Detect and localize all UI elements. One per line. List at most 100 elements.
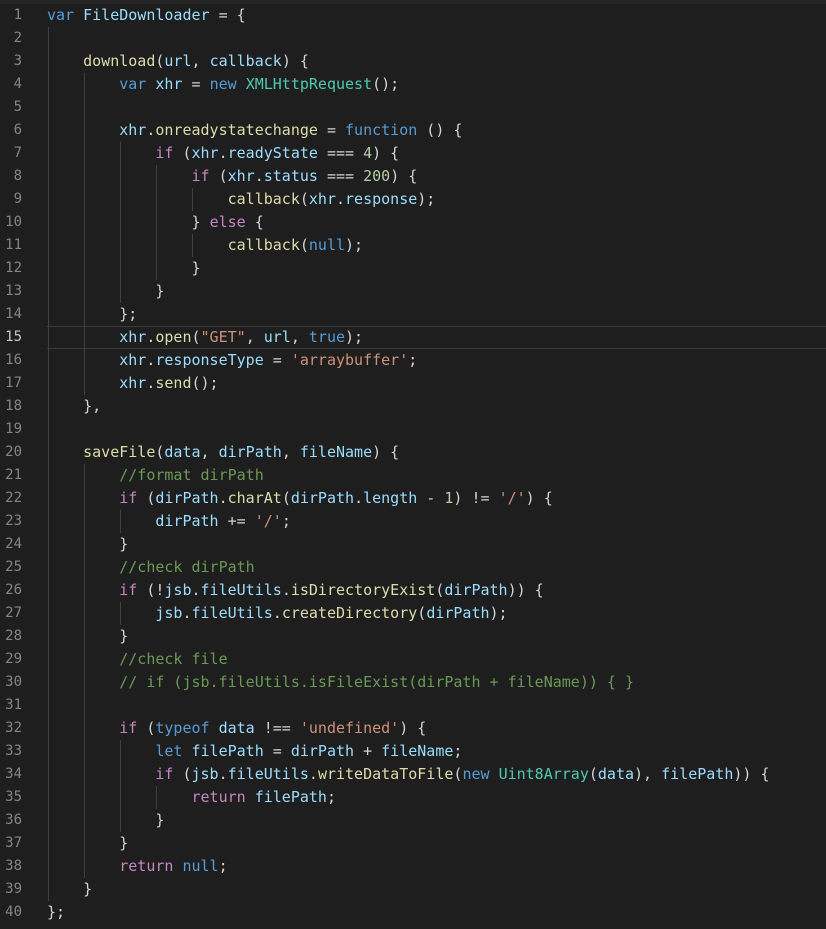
line-content[interactable]: } [47,832,826,855]
line-content[interactable]: if (dirPath.charAt(dirPath.length - 1) !… [47,487,826,510]
code-line[interactable]: 10 } else { [0,211,826,234]
code-token: if [155,144,174,162]
code-line[interactable]: 4 var xhr = new XMLHttpRequest(); [0,73,826,96]
code-line[interactable]: 3 download(url, callback) { [0,50,826,73]
line-content[interactable]: }; [47,901,826,924]
code-line[interactable]: 30 // if (jsb.fileUtils.isFileExist(dirP… [0,671,826,694]
code-token: . [308,765,318,783]
code-line[interactable]: 27 jsb.fileUtils.createDirectory(dirPath… [0,602,826,625]
code-token: callback [227,236,300,254]
line-number: 2 [13,30,22,46]
code-line[interactable]: 5 [0,96,826,119]
code-line[interactable]: 33 let filePath = dirPath + fileName; [0,740,826,763]
code-line[interactable]: 13 } [0,280,826,303]
line-content[interactable]: } [47,878,826,901]
line-content[interactable]: xhr.onreadystatechange = function () { [47,119,826,142]
line-content[interactable]: //check dirPath [47,556,826,579]
line-content[interactable]: xhr.responseType = 'arraybuffer'; [47,349,826,372]
code-token: FileDownloader [83,6,210,24]
code-line[interactable]: 19 [0,418,826,441]
code-line[interactable]: 8 if (xhr.status === 200) { [0,165,826,188]
code-line[interactable]: 1 var FileDownloader = { [0,4,826,27]
line-content[interactable] [47,694,826,717]
code-line[interactable]: 40}; [0,901,826,924]
line-content[interactable] [47,96,826,119]
line-number: 18 [5,398,22,414]
line-content[interactable]: if (jsb.fileUtils.writeDataToFile(new Ui… [47,763,826,786]
line-content[interactable]: } [47,533,826,556]
code-line[interactable]: 39 } [0,878,826,901]
line-content[interactable]: if (typeof data !== 'undefined') { [47,717,826,740]
line-content[interactable]: return null; [47,855,826,878]
code-line[interactable]: 22 if (dirPath.charAt(dirPath.length - 1… [0,487,826,510]
line-content[interactable] [47,418,826,441]
line-content[interactable]: //format dirPath [47,464,826,487]
code-line[interactable]: 15 xhr.open("GET", url, true); [0,326,826,349]
line-content[interactable]: //check file [47,648,826,671]
line-content[interactable]: }; [47,303,826,326]
line-content[interactable]: dirPath += '/'; [47,510,826,533]
code-line[interactable]: 26 if (!jsb.fileUtils.isDirectoryExist(d… [0,579,826,602]
code-line[interactable]: 7 if (xhr.readyState === 4) { [0,142,826,165]
code-lines[interactable]: 1 var FileDownloader = { 2 3 download(url, … [0,4,826,924]
code-text: dirPath += '/'; [47,512,290,530]
code-token: ) { [390,167,418,185]
code-token: // if (jsb.fileUtils.isFileExist(dirPath… [119,673,635,691]
code-line[interactable]: 38 return null; [0,855,826,878]
code-line[interactable]: 20 saveFile(data, dirPath, fileName) { [0,441,826,464]
code-token: } [155,282,165,300]
code-line[interactable]: 11 callback(null); [0,234,826,257]
code-token: charAt [227,489,282,507]
code-line[interactable]: 24 } [0,533,826,556]
code-line[interactable]: 9 callback(xhr.response); [0,188,826,211]
line-content[interactable]: download(url, callback) { [47,50,826,73]
line-content[interactable]: // if (jsb.fileUtils.isFileExist(dirPath… [47,671,826,694]
line-content[interactable]: }, [47,395,826,418]
code-line[interactable]: 17 xhr.send(); [0,372,826,395]
code-line[interactable]: 12 } [0,257,826,280]
line-content[interactable]: } else { [47,211,826,234]
code-line[interactable]: 18 }, [0,395,826,418]
line-content[interactable]: } [47,809,826,832]
line-content[interactable]: if (xhr.status === 200) { [47,165,826,188]
line-content[interactable] [47,27,826,50]
line-content[interactable]: var xhr = new XMLHttpRequest(); [47,73,826,96]
code-line[interactable]: 31 [0,694,826,717]
code-line[interactable]: 16 xhr.responseType = 'arraybuffer'; [0,349,826,372]
code-line[interactable]: 36 } [0,809,826,832]
code-token: //check dirPath [119,558,255,576]
code-token: let [155,742,183,760]
code-line[interactable]: 35 return filePath; [0,786,826,809]
line-content[interactable]: } [47,257,826,280]
code-line[interactable]: 32 if (typeof data !== 'undefined') { [0,717,826,740]
line-content[interactable]: var FileDownloader = { [47,4,826,27]
code-token: . [182,604,192,622]
code-line[interactable]: 23 dirPath += '/'; [0,510,826,533]
line-content[interactable]: saveFile(data, dirPath, fileName) { [47,441,826,464]
line-content[interactable]: } [47,280,826,303]
line-content[interactable]: callback(null); [47,234,826,257]
line-content[interactable]: let filePath = dirPath + fileName; [47,740,826,763]
code-text: download(url, callback) { [47,52,309,70]
code-line[interactable]: 28 } [0,625,826,648]
line-content[interactable]: return filePath; [47,786,826,809]
code-editor[interactable]: 1 var FileDownloader = { 2 3 download(url, … [0,0,826,929]
code-line[interactable]: 25 //check dirPath [0,556,826,579]
code-line[interactable]: 2 [0,27,826,50]
line-content[interactable]: if (xhr.readyState === 4) { [47,142,826,165]
line-content[interactable]: xhr.open("GET", url, true); [47,326,826,349]
line-content[interactable]: if (!jsb.fileUtils.isDirectoryExist(dirP… [47,579,826,602]
code-line[interactable]: 34 if (jsb.fileUtils.writeDataToFile(new… [0,763,826,786]
line-content[interactable]: callback(xhr.response); [47,188,826,211]
line-number: 33 [5,743,22,759]
code-token: 200 [363,167,391,185]
line-content[interactable]: jsb.fileUtils.createDirectory(dirPath); [47,602,826,625]
code-line[interactable]: 6 xhr.onreadystatechange = function () { [0,119,826,142]
code-line[interactable]: 37 } [0,832,826,855]
line-content[interactable]: xhr.send(); [47,372,826,395]
code-text: } else { [47,213,264,231]
code-line[interactable]: 14 }; [0,303,826,326]
code-line[interactable]: 29 //check file [0,648,826,671]
line-content[interactable]: } [47,625,826,648]
code-line[interactable]: 21 //format dirPath [0,464,826,487]
